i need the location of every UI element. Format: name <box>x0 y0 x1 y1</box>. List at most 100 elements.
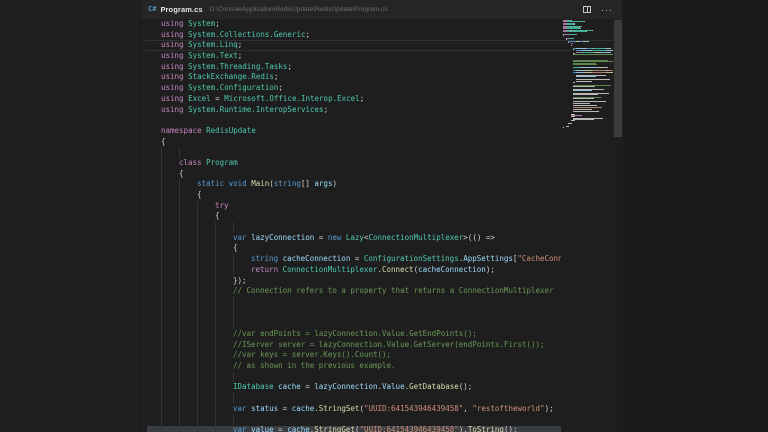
code-line[interactable]: //var keys = server.Keys().Count(); <box>161 350 561 361</box>
code-line[interactable]: var value = cache.StringGet("UUID:641543… <box>161 425 561 432</box>
code-line[interactable]: using StackExchange.Redis; <box>161 72 561 83</box>
indent-guide <box>161 243 162 254</box>
code-token: ConnectionMultiplexer <box>368 233 463 242</box>
indent-guide <box>179 179 180 190</box>
code-line[interactable] <box>161 222 561 233</box>
indent-guide <box>197 318 198 329</box>
code-line[interactable]: try <box>161 201 561 212</box>
code-line[interactable] <box>161 308 561 319</box>
code-token: using <box>161 105 188 114</box>
minimap[interactable] <box>561 19 613 432</box>
code-token: "UUID:641543946439458" <box>359 425 458 432</box>
code-line[interactable]: { <box>161 190 561 201</box>
code-line[interactable]: class Program <box>161 158 561 169</box>
indent-guide <box>179 211 180 222</box>
indent-guide <box>179 201 180 212</box>
editor-scrollbar[interactable] <box>613 19 623 432</box>
code-line[interactable] <box>161 115 561 126</box>
code-line[interactable] <box>161 414 561 425</box>
code-line[interactable] <box>161 393 561 404</box>
code-token: ; <box>238 40 243 49</box>
code-line[interactable]: //IServer server = lazyConnection.Value.… <box>161 340 561 351</box>
code-line[interactable] <box>161 147 561 158</box>
code-line[interactable]: // as shown in the previous example. <box>161 361 561 372</box>
indent-guide <box>161 265 162 276</box>
code-line[interactable]: using System; <box>161 19 561 30</box>
indent-guide <box>233 254 234 265</box>
code-token: ToString <box>468 425 504 432</box>
code-line[interactable]: using System.Runtime.InteropServices; <box>161 105 561 116</box>
code-line[interactable]: IDatabase cache = lazyConnection.Value.G… <box>161 382 561 393</box>
indent-guide <box>161 286 162 297</box>
code-token: "CacheConnection" <box>517 254 561 263</box>
indent-guide <box>161 393 162 404</box>
indent-guide <box>161 382 162 393</box>
indent-guide <box>197 382 198 393</box>
code-line[interactable]: namespace RedisUpdate <box>161 126 561 137</box>
indent-guide <box>179 318 180 329</box>
code-line[interactable]: { <box>161 169 561 180</box>
indent-guide <box>179 286 180 297</box>
code-line[interactable]: using System.Linq; <box>161 40 561 51</box>
indent-guide <box>215 318 216 329</box>
code-editor[interactable]: using System;using System.Collections.Ge… <box>141 19 623 432</box>
code-token: { <box>179 169 184 178</box>
code-line[interactable]: using System.Configuration; <box>161 83 561 94</box>
indent-guide <box>179 254 180 265</box>
code-line[interactable]: { <box>161 137 561 148</box>
editor-title-bar: C# Program.cs D:\ConsoleApplication\Redi… <box>141 0 622 19</box>
code-line[interactable]: string cacheConnection = ConfigurationSe… <box>161 254 561 265</box>
indent-guide <box>161 414 162 425</box>
file-name-label[interactable]: Program.cs <box>160 5 202 14</box>
indent-guide <box>197 297 198 308</box>
code-token: StringSet <box>319 404 360 413</box>
code-line[interactable]: // Connection refers to a property that … <box>161 286 561 297</box>
code-line[interactable]: static void Main(string[] args) <box>161 179 561 190</box>
csharp-file-icon: C# <box>148 0 156 19</box>
editor-window: C# Program.cs D:\ConsoleApplication\Redi… <box>140 0 622 432</box>
scrollbar-slider[interactable] <box>614 20 622 137</box>
code-line[interactable]: using System.Threading.Tasks; <box>161 62 561 73</box>
split-editor-icon[interactable] <box>583 6 591 13</box>
code-token: Value <box>382 382 405 391</box>
code-area[interactable]: using System;using System.Collections.Ge… <box>161 19 561 432</box>
code-token: //var keys = server.Keys().Count(); <box>233 350 391 359</box>
indent-guide <box>179 404 180 415</box>
indent-guide <box>179 414 180 425</box>
code-token: Connect <box>382 265 414 274</box>
code-token: ; <box>274 72 279 81</box>
code-line[interactable]: var lazyConnection = new Lazy<Connection… <box>161 233 561 244</box>
code-token: cache <box>292 404 315 413</box>
indent-guide <box>161 318 162 329</box>
indent-guide <box>179 361 180 372</box>
code-line[interactable]: { <box>161 211 561 222</box>
code-line[interactable]: using System.Collections.Generic; <box>161 30 561 41</box>
code-line[interactable]: return ConnectionMultiplexer.Connect(cac… <box>161 265 561 276</box>
code-token: var <box>233 404 251 413</box>
indent-guide <box>179 243 180 254</box>
code-line[interactable]: var status = cache.StringSet("UUID:64154… <box>161 404 561 415</box>
code-line[interactable] <box>161 318 561 329</box>
code-line[interactable]: using Excel = Microsoft.Office.Interop.E… <box>161 94 561 105</box>
code-line[interactable]: }); <box>161 276 561 287</box>
indent-guide <box>179 147 180 158</box>
code-token: //var endPoints = lazyConnection.Value.G… <box>233 329 477 338</box>
code-line[interactable]: using System.Text; <box>161 51 561 62</box>
indent-guide <box>215 222 216 233</box>
code-token: ConnectionMultiplexer <box>283 265 378 274</box>
indent-guide <box>179 265 180 276</box>
indent-guide <box>215 404 216 415</box>
code-token: ; <box>306 30 311 39</box>
code-token: //IServer server = lazyConnection.Value.… <box>233 340 545 349</box>
indent-guide <box>215 361 216 372</box>
code-token: { <box>215 211 220 220</box>
code-line[interactable] <box>161 372 561 383</box>
code-line[interactable]: { <box>161 243 561 254</box>
code-token: [] <box>301 179 315 188</box>
code-token: = <box>274 425 288 432</box>
more-actions-icon[interactable]: ··· <box>601 5 613 15</box>
code-token: // as shown in the previous example. <box>233 361 396 370</box>
code-token: using <box>161 83 188 92</box>
code-line[interactable] <box>161 297 561 308</box>
code-line[interactable]: //var endPoints = lazyConnection.Value.G… <box>161 329 561 340</box>
